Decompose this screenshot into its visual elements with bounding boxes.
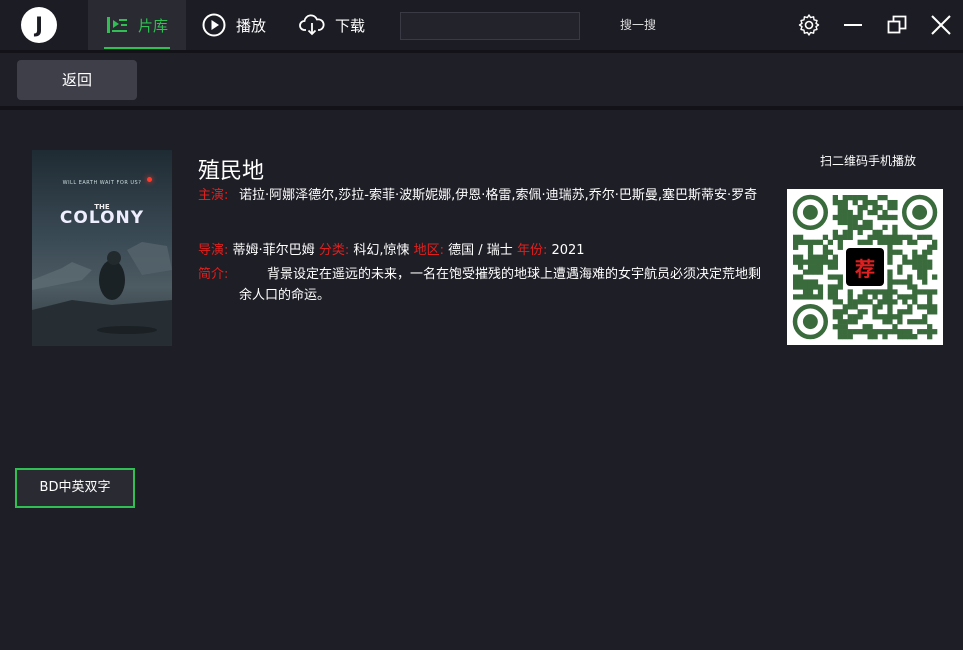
poster-artwork (32, 242, 172, 346)
library-icon (106, 17, 127, 33)
play-circle-icon (202, 13, 226, 37)
gear-icon (798, 14, 820, 36)
synopsis-value: 背景设定在遥远的未来，一名在饱受摧残的地球上遭遇海难的女宇航员必须决定荒地剩余人… (239, 267, 762, 303)
minimize-button[interactable] (840, 12, 866, 38)
tab-play-label: 播放 (236, 16, 267, 35)
close-icon (931, 15, 951, 35)
region-label: 地区: (413, 243, 445, 258)
cast-value: 诺拉·阿娜泽德尔,莎拉-索菲·波斯妮娜,伊恩·格雷,索佩·迪瑞苏,乔尔·巴斯曼,… (239, 188, 758, 203)
app-logo: J (21, 7, 57, 43)
minimize-icon (844, 24, 862, 26)
synopsis-row: 简介: 背景设定在遥远的未来，一名在饱受摧残的地球上遭遇海难的女宇航员必须决定荒… (198, 264, 773, 306)
region-value: 德国 / 瑞士 (448, 243, 513, 258)
close-button[interactable] (928, 12, 954, 38)
cloud-download-icon (299, 14, 325, 36)
search-input[interactable] (400, 12, 580, 40)
qr-center-badge: 荐 (844, 246, 886, 288)
genre-label: 分类: (318, 243, 350, 258)
tab-download-label: 下载 (335, 16, 366, 35)
settings-button[interactable] (796, 12, 822, 38)
search-button[interactable]: 搜一搜 (620, 16, 656, 33)
movie-title: 殖民地 (198, 159, 265, 184)
year-label: 年份: (516, 243, 548, 258)
cast-label: 主演: (198, 188, 229, 203)
cast-row: 主演: 诺拉·阿娜泽德尔,莎拉-索菲·波斯妮娜,伊恩·格雷,索佩·迪瑞苏,乔尔·… (198, 185, 773, 206)
qr-code: 荐 (787, 189, 943, 345)
genre-value: 科幻,惊悚 (353, 243, 410, 258)
toolbar: 返回 (0, 50, 963, 110)
tab-download[interactable]: 下载 (299, 0, 365, 50)
title-bar: J 片库 播放 下载 搜一搜 (0, 0, 963, 50)
synopsis-label: 简介: (198, 267, 229, 282)
back-button[interactable]: 返回 (17, 60, 137, 100)
director-label: 导演: (198, 243, 229, 258)
restore-icon (887, 15, 907, 34)
active-tab-indicator (104, 47, 170, 49)
details-row: 导演: 蒂姆·菲尔巴姆 分类: 科幻,惊悚 地区: 德国 / 瑞士 年份: 20… (198, 240, 585, 261)
director-value: 蒂姆·菲尔巴姆 (232, 243, 315, 258)
year-value: 2021 (551, 243, 585, 258)
tab-library[interactable]: 片库 (88, 0, 186, 50)
tab-library-label: 片库 (137, 16, 168, 35)
tab-play[interactable]: 播放 (202, 0, 266, 50)
quality-source-button[interactable]: BD中英双字 (15, 468, 135, 508)
movie-poster[interactable]: WILL EARTH WAIT FOR US? THE COLONY (32, 150, 172, 346)
restore-button[interactable] (884, 12, 910, 38)
qr-label: 扫二维码手机播放 (820, 154, 917, 168)
